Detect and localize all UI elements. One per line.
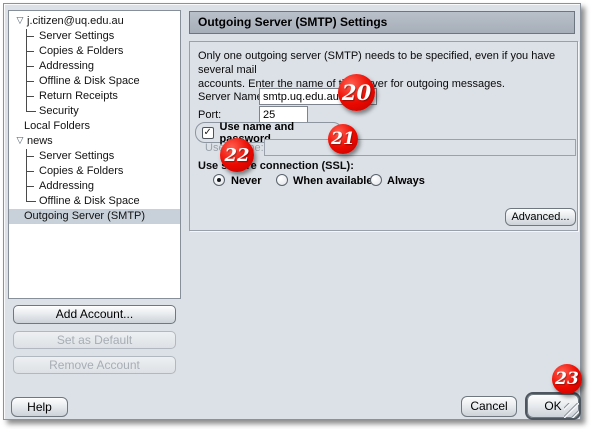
sidebar-item-account-mail[interactable]: ▽ j.citizen@uq.edu.au xyxy=(9,14,180,29)
sidebar-item-security[interactable]: Security xyxy=(9,104,180,119)
disclosure-triangle-icon[interactable]: ▽ xyxy=(14,133,26,148)
add-account-button[interactable]: Add Account... xyxy=(13,305,176,324)
panel-description: Only one outgoing server (SMTP) needs to… xyxy=(198,49,572,91)
callout-badge-20: 20 xyxy=(338,74,375,111)
sidebar-item-label: Copies & Folders xyxy=(39,164,123,179)
account-settings-dialog: ▽ j.citizen@uq.edu.au Server Settings Co… xyxy=(3,3,581,420)
sidebar-item-news-server-settings[interactable]: Server Settings xyxy=(9,149,180,164)
sidebar-item-label: Outgoing Server (SMTP) xyxy=(24,209,145,224)
ssl-when-available-label: When available xyxy=(293,174,372,188)
tree-connector xyxy=(26,149,36,164)
tree-connector xyxy=(26,29,36,44)
tree-connector xyxy=(26,89,36,104)
tree-connector xyxy=(26,194,36,202)
ssl-always-radio[interactable] xyxy=(370,174,382,186)
tree-connector xyxy=(26,44,36,59)
ssl-radio-group: Never When available Always xyxy=(190,174,577,190)
sidebar-item-label: j.citizen@uq.edu.au xyxy=(27,14,124,29)
tree-connector xyxy=(26,164,36,179)
smtp-settings-panel: Only one outgoing server (SMTP) needs to… xyxy=(189,41,578,231)
tree-connector xyxy=(26,74,36,89)
resize-grip[interactable] xyxy=(564,403,579,418)
panel-title: Outgoing Server (SMTP) Settings xyxy=(189,11,575,34)
sidebar-item-server-settings[interactable]: Server Settings xyxy=(9,29,180,44)
tree-connector xyxy=(26,104,36,112)
advanced-button[interactable]: Advanced... xyxy=(505,208,576,226)
user-name-input xyxy=(264,139,576,156)
sidebar-item-news-offline-disk-space[interactable]: Offline & Disk Space xyxy=(9,194,180,209)
sidebar-item-label: Offline & Disk Space xyxy=(39,194,140,209)
sidebar-item-label: Offline & Disk Space xyxy=(39,74,140,89)
sidebar-item-addressing[interactable]: Addressing xyxy=(9,59,180,74)
sidebar-item-account-news[interactable]: ▽ news xyxy=(9,134,180,149)
sidebar-item-label: Server Settings xyxy=(39,149,114,164)
sidebar-item-label: Addressing xyxy=(39,59,94,74)
use-name-password-checkbox[interactable]: ✓ xyxy=(202,127,214,139)
set-as-default-button: Set as Default xyxy=(13,331,176,349)
description-line1: Only one outgoing server (SMTP) needs to… xyxy=(198,50,555,76)
tree-connector xyxy=(26,59,36,74)
tree-connector xyxy=(26,179,36,194)
cancel-button[interactable]: Cancel xyxy=(461,396,517,417)
account-tree: ▽ j.citizen@uq.edu.au Server Settings Co… xyxy=(8,10,181,299)
callout-badge-21: 21 xyxy=(328,124,358,154)
remove-account-button: Remove Account xyxy=(13,356,176,374)
ssl-always-label: Always xyxy=(387,174,425,188)
sidebar-item-label: Security xyxy=(39,104,79,119)
sidebar-item-news-addressing[interactable]: Addressing xyxy=(9,179,180,194)
sidebar-item-label: Copies & Folders xyxy=(39,44,123,59)
sidebar-item-label: Server Settings xyxy=(39,29,114,44)
sidebar-item-news-copies-folders[interactable]: Copies & Folders xyxy=(9,164,180,179)
port-label: Port: xyxy=(198,109,221,121)
sidebar-item-label: Addressing xyxy=(39,179,94,194)
sidebar-item-label: Return Receipts xyxy=(39,89,118,104)
sidebar-item-copies-folders[interactable]: Copies & Folders xyxy=(9,44,180,59)
help-button[interactable]: Help xyxy=(11,397,68,417)
callout-badge-23: 23 xyxy=(552,364,582,394)
server-name-label: Server Name: xyxy=(198,91,266,103)
ssl-never-label: Never xyxy=(231,174,262,188)
sidebar-item-outgoing-server-smtp[interactable]: Outgoing Server (SMTP) xyxy=(9,209,180,224)
sidebar-item-return-receipts[interactable]: Return Receipts xyxy=(9,89,180,104)
sidebar-item-offline-disk-space[interactable]: Offline & Disk Space xyxy=(9,74,180,89)
radio-dot xyxy=(217,178,221,182)
sidebar-item-label: news xyxy=(27,134,53,149)
sidebar-item-label: Local Folders xyxy=(24,119,90,134)
disclosure-triangle-icon[interactable]: ▽ xyxy=(14,13,26,28)
ssl-when-available-radio[interactable] xyxy=(276,174,288,186)
sidebar-item-local-folders[interactable]: Local Folders xyxy=(9,119,180,134)
ssl-never-radio[interactable] xyxy=(213,174,225,186)
callout-badge-22: 22 xyxy=(220,138,254,172)
